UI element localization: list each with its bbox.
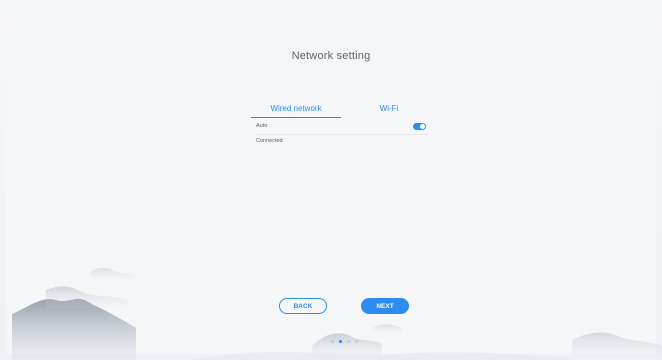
tab-wired-network[interactable]: Wired network [251, 104, 341, 118]
page-dot [331, 340, 334, 343]
auto-setting-row: Auto [256, 120, 428, 135]
next-button[interactable]: NEXT [361, 298, 409, 314]
setup-screen: Network setting Wired network Wi-Fi Auto… [6, 6, 662, 360]
page-dot [347, 340, 350, 343]
connection-status: Connected [256, 138, 283, 144]
toggle-knob [420, 124, 425, 129]
auto-label: Auto [256, 123, 268, 129]
auto-toggle[interactable] [413, 123, 426, 130]
page-title: Network setting [291, 50, 371, 62]
back-button[interactable]: BACK [279, 298, 327, 314]
active-tab-indicator [251, 117, 341, 118]
network-tabs: Wired network Wi-Fi [251, 104, 429, 118]
tab-wifi[interactable]: Wi-Fi [367, 104, 411, 118]
page-dot [355, 340, 358, 343]
connection-status-row: Connected [256, 138, 428, 148]
page-dot [339, 340, 342, 343]
page-indicator [331, 340, 371, 344]
